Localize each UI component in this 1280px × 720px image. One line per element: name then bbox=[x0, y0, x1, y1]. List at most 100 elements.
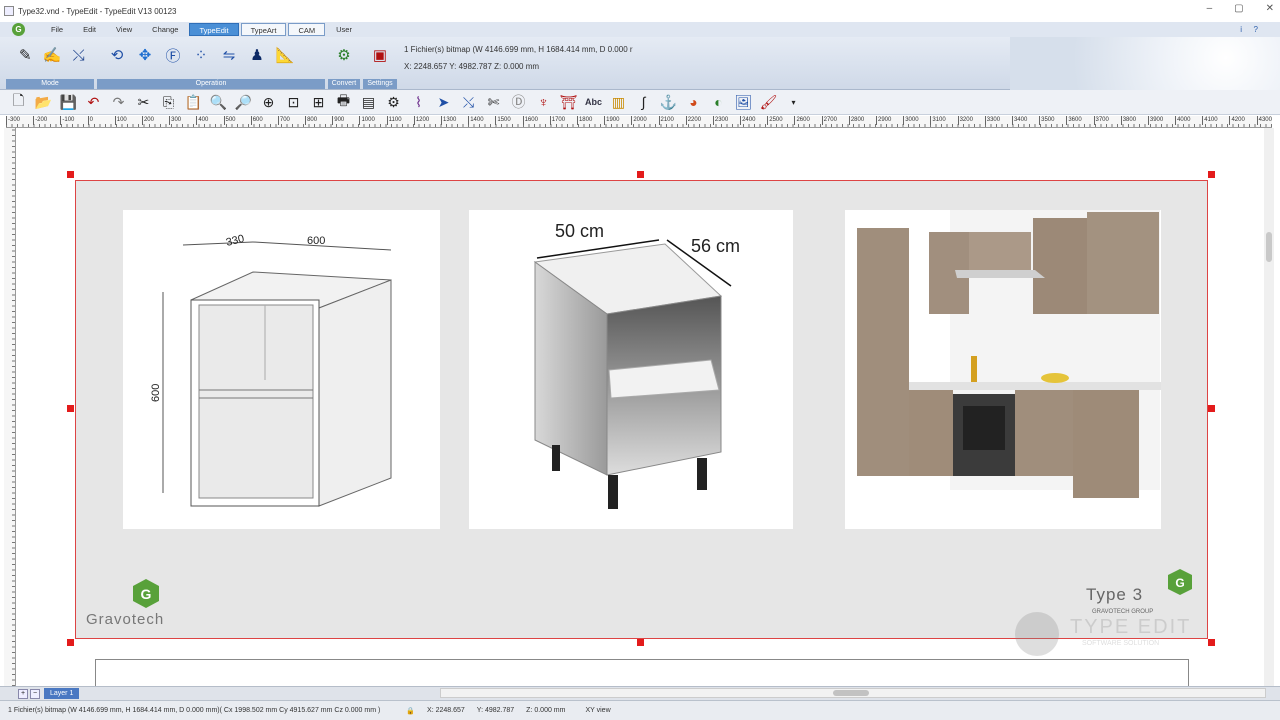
group-label-operation: Operation bbox=[97, 79, 325, 89]
pointer-icon[interactable]: ➤ bbox=[431, 91, 456, 113]
redo-icon[interactable]: ↷ bbox=[106, 91, 131, 113]
resize-handle-bottom-center[interactable] bbox=[637, 639, 644, 646]
node-edit-icon[interactable]: ⤯ bbox=[67, 43, 90, 67]
ruler-label: 1100 bbox=[386, 116, 414, 125]
watermark-name: TYPE EDIT bbox=[1070, 616, 1192, 638]
rotate-icon[interactable]: ⟲ bbox=[105, 43, 129, 67]
new-file-icon[interactable]: 🗋 bbox=[6, 91, 31, 113]
ruler-label: 1200 bbox=[413, 116, 441, 125]
resize-handle-top-left[interactable] bbox=[67, 171, 74, 178]
resize-handle-middle-left[interactable] bbox=[67, 405, 74, 412]
close-button[interactable]: ✕ bbox=[1266, 3, 1274, 14]
node-tool-icon[interactable]: ⌇ bbox=[406, 91, 431, 113]
text-tool-icon[interactable]: Abc bbox=[581, 91, 606, 113]
gear-icon[interactable]: ⚙ bbox=[381, 91, 406, 113]
add-layer-button[interactable]: + bbox=[18, 688, 28, 699]
resize-handle-top-center[interactable] bbox=[637, 171, 644, 178]
ruler-label: 3800 bbox=[1120, 116, 1148, 125]
help-icon[interactable]: ? bbox=[1254, 25, 1258, 34]
minimize-button[interactable]: – bbox=[1207, 3, 1213, 14]
letter-d-icon[interactable]: Ⓓ bbox=[506, 91, 531, 113]
resize-handle-middle-right[interactable] bbox=[1208, 405, 1215, 412]
ruler-label: 1000 bbox=[359, 116, 386, 125]
status-selection: 1 Fichier(s) bitmap (W 4146.699 mm, H 16… bbox=[8, 707, 381, 714]
open-file-icon[interactable]: 📂 bbox=[31, 91, 56, 113]
bezier-icon[interactable]: ⤯ bbox=[456, 91, 481, 113]
scissors-icon[interactable]: ✄ bbox=[481, 91, 506, 113]
ruler-label: 0 bbox=[87, 116, 115, 125]
curve-icon[interactable]: ∫ bbox=[631, 91, 656, 113]
undo-icon[interactable]: ↶ bbox=[81, 91, 106, 113]
anchor-node-icon[interactable]: ♆ bbox=[531, 91, 556, 113]
measure-icon[interactable]: 📐 bbox=[273, 43, 297, 67]
horizontal-scrollbar[interactable] bbox=[440, 688, 1266, 698]
menu-change[interactable]: Change bbox=[143, 23, 187, 36]
select-mode-icon[interactable]: ✎ bbox=[14, 43, 37, 67]
settings-icon[interactable]: ▣ bbox=[368, 43, 392, 67]
ruler-label: 3300 bbox=[984, 116, 1012, 125]
move-icon[interactable]: ✥ bbox=[133, 43, 157, 67]
info-icon[interactable]: i bbox=[1240, 25, 1242, 34]
convert-icon[interactable]: ⚙ bbox=[332, 43, 356, 67]
watermark-sub: SOFTWARE SOLUTION bbox=[1082, 640, 1160, 647]
menu-typeart[interactable]: TypeArt bbox=[240, 23, 287, 36]
vertical-scroll-thumb[interactable] bbox=[1266, 232, 1272, 262]
zoom-fit-icon[interactable]: ⊕ bbox=[256, 91, 281, 113]
ruler-label: 800 bbox=[305, 116, 332, 125]
effects-fx-icon[interactable]: Ⓕ bbox=[161, 43, 185, 67]
layer-tab[interactable]: Layer 1 bbox=[44, 688, 80, 699]
menu-file[interactable]: File bbox=[42, 23, 72, 36]
ribbon-decoration bbox=[1010, 37, 1280, 90]
array-icon[interactable]: ⁘ bbox=[189, 43, 213, 67]
paste-icon[interactable]: 📋 bbox=[181, 91, 206, 113]
group-label-mode: Mode bbox=[6, 79, 94, 89]
resize-handle-top-right[interactable] bbox=[1208, 171, 1215, 178]
horizontal-scroll-thumb[interactable] bbox=[833, 690, 869, 696]
kitchen-photo bbox=[845, 210, 1161, 529]
cut-icon[interactable]: ✂ bbox=[131, 91, 156, 113]
selected-bitmap[interactable]: 330 600 600 50 cm 56 cm G Gravotech Type… bbox=[75, 180, 1208, 639]
plotter-icon[interactable]: ▤ bbox=[356, 91, 381, 113]
person-icon[interactable]: ♟ bbox=[245, 43, 269, 67]
image-icon[interactable]: 🖼 bbox=[731, 91, 756, 113]
toolbar-overflow-icon[interactable]: ▾ bbox=[781, 91, 806, 113]
maximize-button[interactable]: ▢ bbox=[1234, 3, 1243, 14]
print-icon[interactable]: 🖶 bbox=[331, 91, 356, 113]
selection-info-line2: X: 2248.657 Y: 4982.787 Z: 0.000 mm bbox=[404, 62, 540, 71]
ruler-label: 3700 bbox=[1093, 116, 1121, 125]
remove-layer-button[interactable]: − bbox=[30, 688, 40, 699]
resize-handle-bottom-left[interactable] bbox=[67, 639, 74, 646]
paint-brush-icon[interactable]: 🖌 bbox=[756, 91, 781, 113]
menu-cam[interactable]: CAM bbox=[288, 23, 326, 36]
color-wheel-icon[interactable]: ◕ bbox=[681, 91, 706, 113]
ruler-label: 3600 bbox=[1066, 116, 1093, 125]
zoom-out-icon[interactable]: 🔎 bbox=[231, 91, 256, 113]
zoom-window-icon[interactable]: ⊡ bbox=[281, 91, 306, 113]
save-icon[interactable]: 💾 bbox=[56, 91, 81, 113]
status-bar: 1 Fichier(s) bitmap (W 4146.699 mm, H 16… bbox=[0, 700, 1280, 720]
ruler-label: 1700 bbox=[549, 116, 577, 125]
edit-text-mode-icon[interactable]: ✍ bbox=[41, 43, 64, 67]
anchor-icon[interactable]: ⚓ bbox=[656, 91, 681, 113]
app-menu-button[interactable]: G bbox=[12, 22, 42, 37]
menu-user[interactable]: User bbox=[327, 23, 361, 36]
dim-width-600: 600 bbox=[307, 235, 325, 247]
copy-icon[interactable]: ⎘ bbox=[156, 91, 181, 113]
shape-tool-icon[interactable]: ⛩ bbox=[556, 91, 581, 113]
color-palette-icon[interactable]: ◐ bbox=[706, 91, 731, 113]
status-view: XY view bbox=[585, 707, 611, 714]
zoom-page-icon[interactable]: ⊞ bbox=[306, 91, 331, 113]
ruler-label: 3000 bbox=[903, 116, 930, 125]
lock-icon[interactable]: 🔒 bbox=[406, 707, 415, 715]
ribbon-group-mode: ✎ ✍ ⤯ Mode bbox=[6, 39, 94, 89]
menu-view[interactable]: View bbox=[107, 23, 141, 36]
ruler-label: 2600 bbox=[794, 116, 821, 125]
vertical-scrollbar[interactable] bbox=[1264, 128, 1274, 686]
ruler-label: 1600 bbox=[522, 116, 550, 125]
barcode-icon[interactable]: ▥ bbox=[606, 91, 631, 113]
menu-typeedit[interactable]: TypeEdit bbox=[189, 23, 239, 36]
zoom-in-icon[interactable]: 🔍 bbox=[206, 91, 231, 113]
ribbon-group-settings: ▣ Settings bbox=[363, 39, 397, 89]
menu-edit[interactable]: Edit bbox=[74, 23, 105, 36]
mirror-icon[interactable]: ⇋ bbox=[217, 43, 241, 67]
